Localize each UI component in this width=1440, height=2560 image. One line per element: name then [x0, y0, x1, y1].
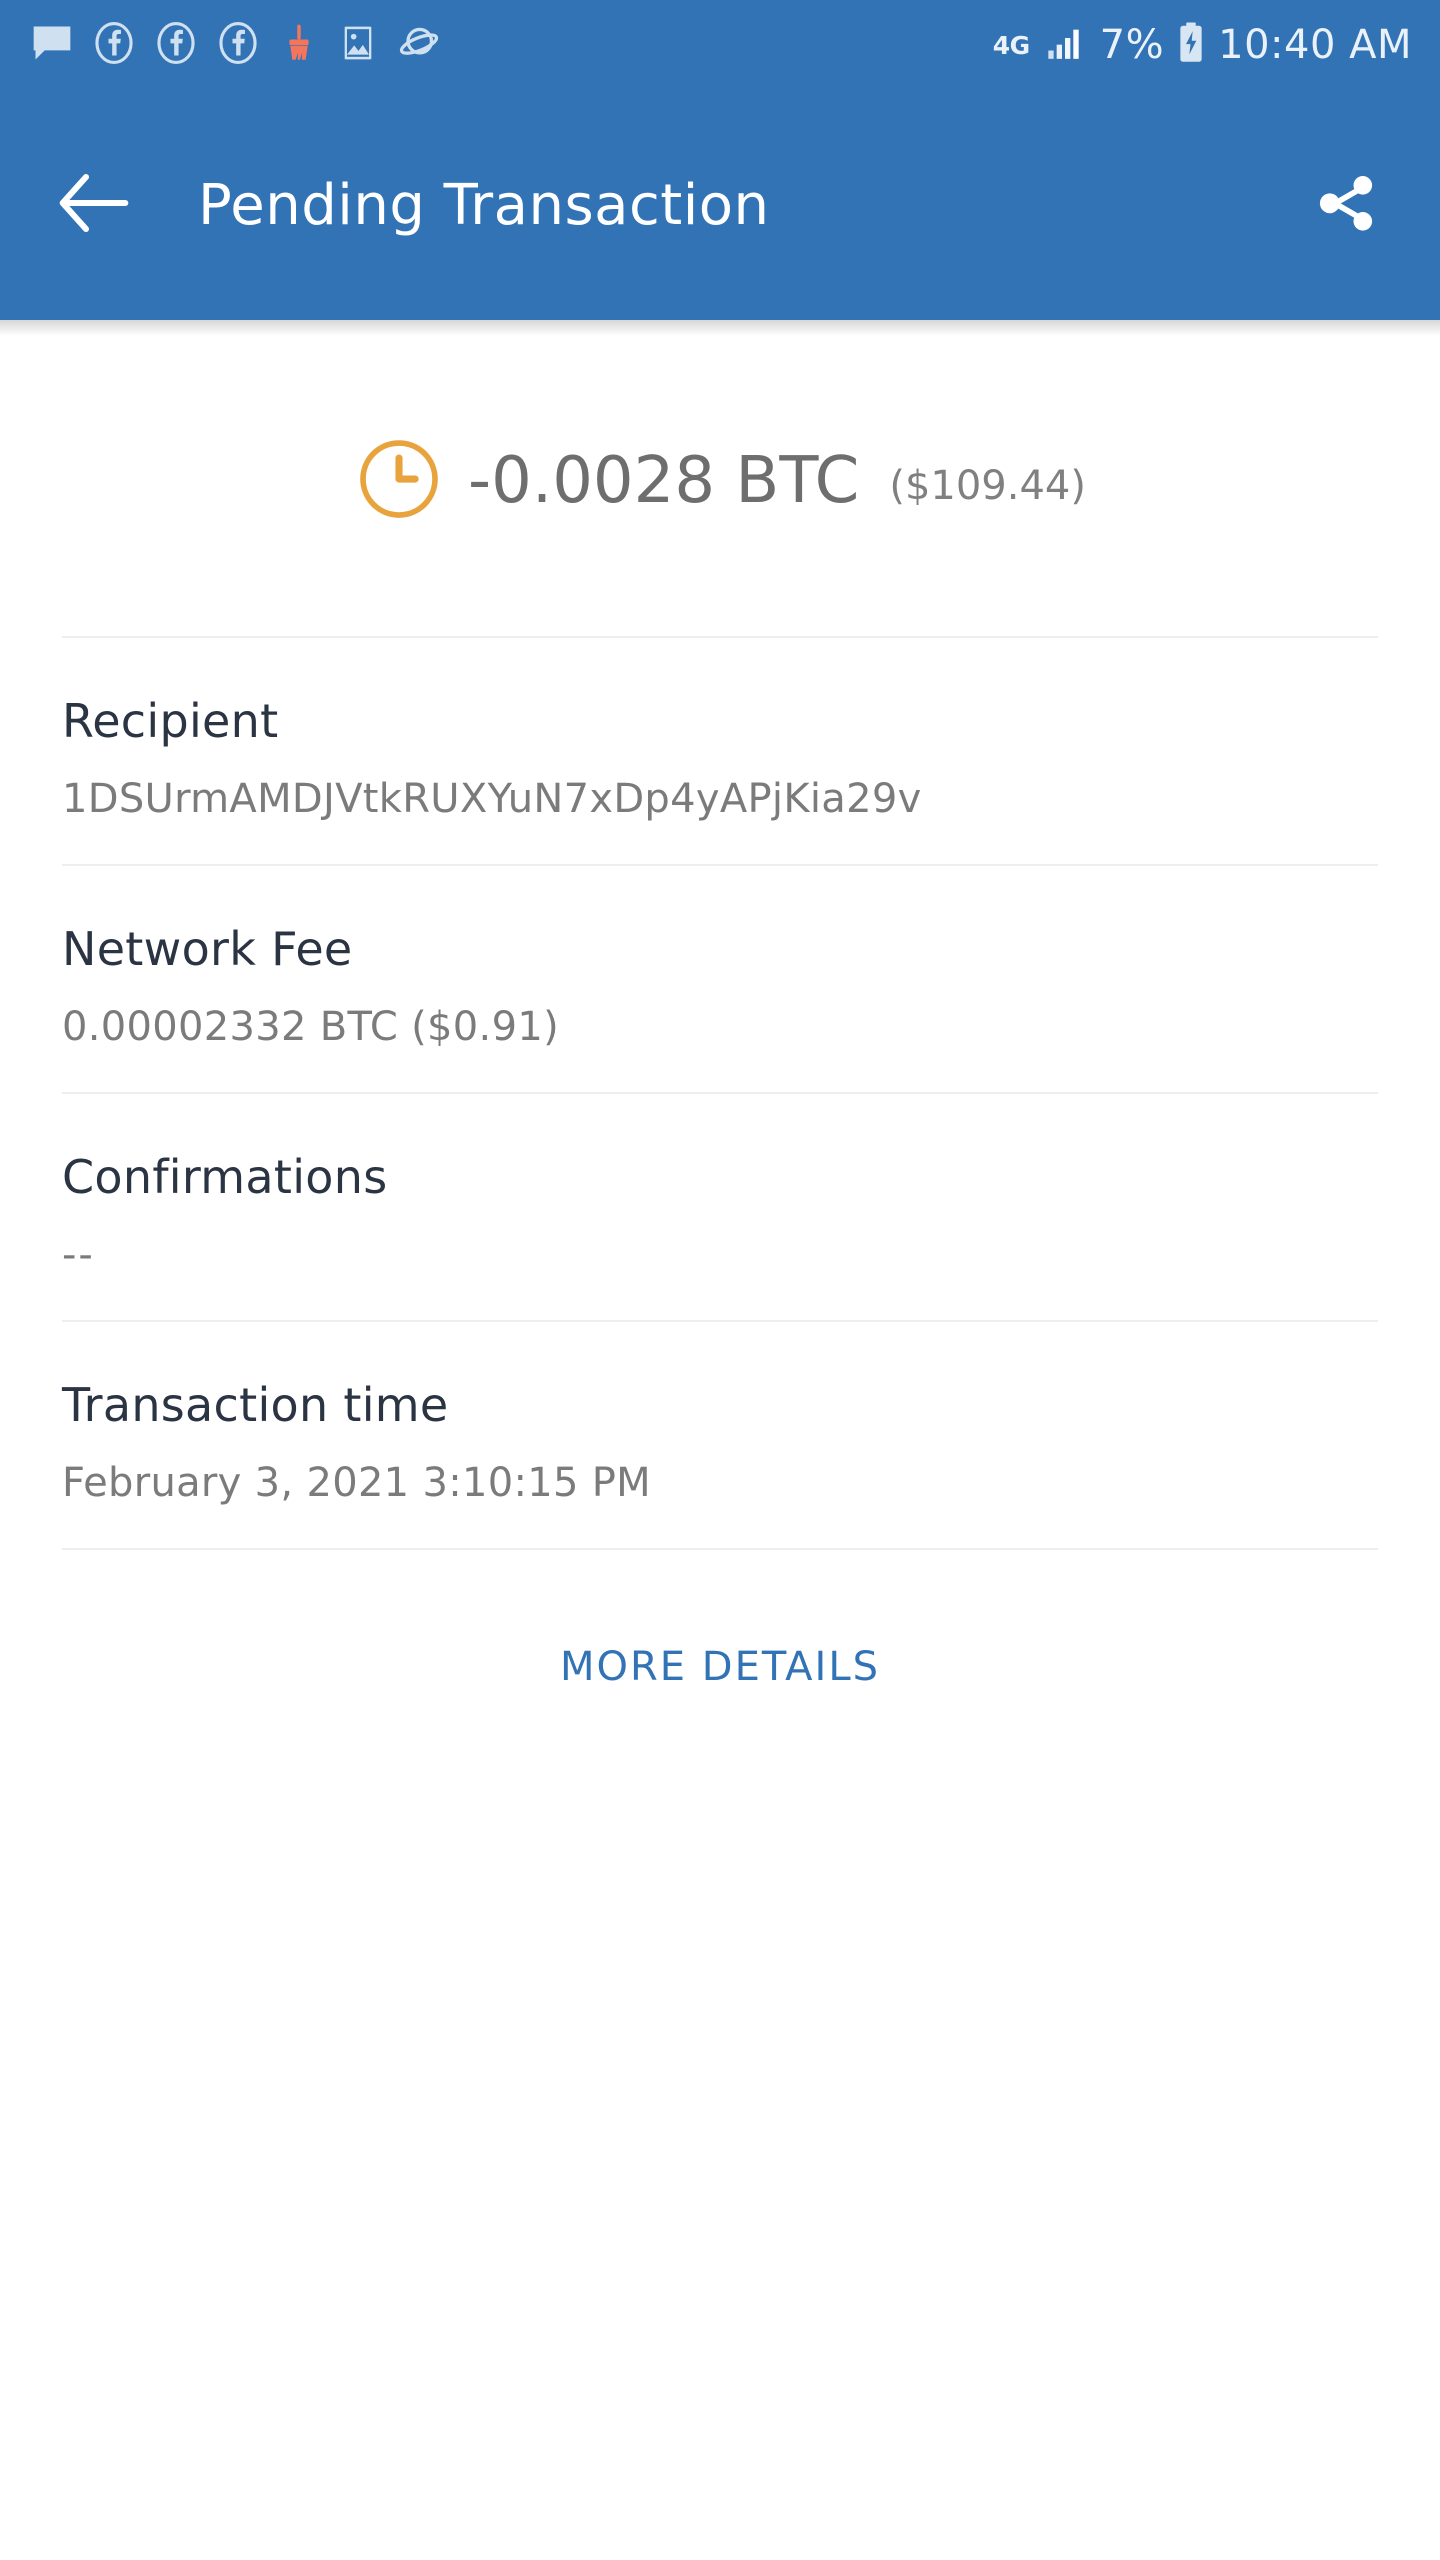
transaction-fiat-amount: ($109.44): [889, 463, 1086, 509]
status-bar-notifications: [30, 21, 442, 69]
share-button[interactable]: [1298, 157, 1394, 253]
status-bar-system: 4G 7% 10:40 AM: [993, 21, 1412, 69]
message-icon: [30, 21, 74, 69]
facebook-icon-2: [154, 21, 198, 69]
photo-image-icon: [338, 21, 378, 69]
detail-row-confirmations: Confirmations --: [0, 1094, 1440, 1320]
back-button[interactable]: [46, 157, 142, 253]
network-type-label: 4G: [992, 30, 1030, 60]
facebook-icon-1: [92, 21, 136, 69]
detail-row-network-fee: Network Fee 0.00002332 BTC ($0.91): [0, 866, 1440, 1092]
signal-bars-icon: [1042, 23, 1088, 67]
facebook-icon-3: [216, 21, 260, 69]
detail-row-transaction-time: Transaction time February 3, 2021 3:10:1…: [0, 1322, 1440, 1548]
transaction-time-label: Transaction time: [62, 1378, 449, 1432]
battery-percent-label: 7%: [1099, 22, 1165, 68]
status-bar: 4G 7% 10:40 AM: [0, 0, 1440, 90]
transaction-amount-summary: -0.0028 BTC ($109.44): [0, 346, 1440, 636]
app-bar: Pending Transaction: [0, 90, 1440, 320]
transaction-detail-content: -0.0028 BTC ($109.44) Recipient 1DSUrmAM…: [0, 336, 1440, 1704]
share-icon: [1310, 167, 1382, 243]
recipient-address-value[interactable]: 1DSUrmAMDJVtkRUXYuN7xDp4yAPjKia29v: [62, 776, 1378, 822]
arrow-left-icon: [54, 172, 134, 238]
battery-charging-icon: [1176, 21, 1206, 69]
more-details-area: MORE DETAILS: [0, 1550, 1440, 1704]
network-fee-value: 0.00002332 BTC ($0.91): [62, 1004, 559, 1050]
network-fee-label: Network Fee: [62, 922, 353, 976]
planet-browser-icon: [396, 21, 442, 69]
recipient-label: Recipient: [62, 694, 279, 748]
broom-cleaner-icon: [278, 21, 320, 69]
clock-pending-icon: [354, 434, 444, 528]
transaction-time-value: February 3, 2021 3:10:15 PM: [62, 1460, 651, 1506]
status-bar-clock: 10:40 AM: [1218, 22, 1412, 68]
confirmations-label: Confirmations: [62, 1150, 388, 1204]
detail-row-recipient: Recipient 1DSUrmAMDJVtkRUXYuN7xDp4yAPjKi…: [0, 638, 1440, 864]
transaction-amount: -0.0028 BTC: [468, 444, 860, 518]
page-title: Pending Transaction: [198, 172, 770, 238]
more-details-button[interactable]: MORE DETAILS: [536, 1630, 904, 1704]
confirmations-value: --: [62, 1232, 95, 1278]
app-bar-shadow: [0, 320, 1440, 336]
